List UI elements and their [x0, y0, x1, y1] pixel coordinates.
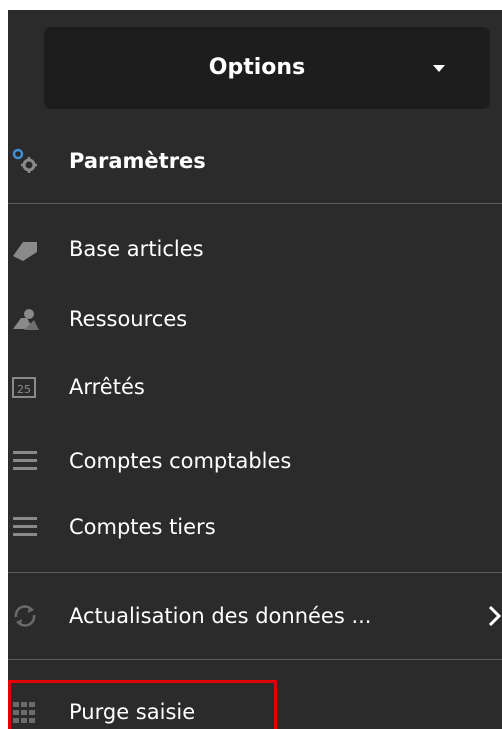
- highlight-box: [8, 680, 277, 729]
- tag-icon: [13, 242, 37, 261]
- menu-divider: [8, 572, 502, 573]
- menu-item-label: Arrêtés: [69, 375, 145, 399]
- options-dropdown-button[interactable]: Options: [44, 27, 490, 109]
- menu-item-parametres[interactable]: Paramètres: [8, 134, 502, 188]
- calendar-icon-day: 25: [17, 383, 31, 396]
- caret-down-icon: [433, 65, 445, 72]
- menu-divider: [8, 203, 502, 204]
- menu-item-label: Comptes tiers: [69, 515, 216, 539]
- settings-gears-icon: [12, 148, 37, 173]
- menu-divider: [8, 659, 502, 660]
- resources-icon: [13, 309, 39, 330]
- menu-item-label: Actualisation des données ...: [69, 604, 372, 628]
- menu-item-arretes[interactable]: 25 Arrêtés: [8, 360, 502, 414]
- menu-item-comptes-tiers[interactable]: Comptes tiers: [8, 500, 502, 554]
- menu-item-base-articles[interactable]: Base articles: [8, 222, 502, 276]
- menu-item-actualisation-donnees[interactable]: Actualisation des données ...: [8, 589, 502, 643]
- chevron-right-icon: [488, 605, 502, 627]
- menu-item-ressources[interactable]: Ressources: [8, 292, 502, 346]
- calendar-icon: 25: [12, 377, 36, 398]
- list-icon: [13, 451, 37, 470]
- options-dropdown-label: Options: [208, 55, 306, 80]
- options-menu-panel: Options Paramètres Base articles Ressour…: [8, 10, 502, 729]
- menu-item-label: Base articles: [69, 237, 204, 261]
- refresh-icon: [14, 605, 36, 627]
- menu-item-label: Ressources: [69, 307, 188, 331]
- list-icon: [13, 517, 37, 536]
- menu-item-label: Paramètres: [69, 149, 206, 173]
- menu-item-comptes-comptables[interactable]: Comptes comptables: [8, 434, 502, 488]
- menu-item-label: Comptes comptables: [69, 449, 292, 473]
